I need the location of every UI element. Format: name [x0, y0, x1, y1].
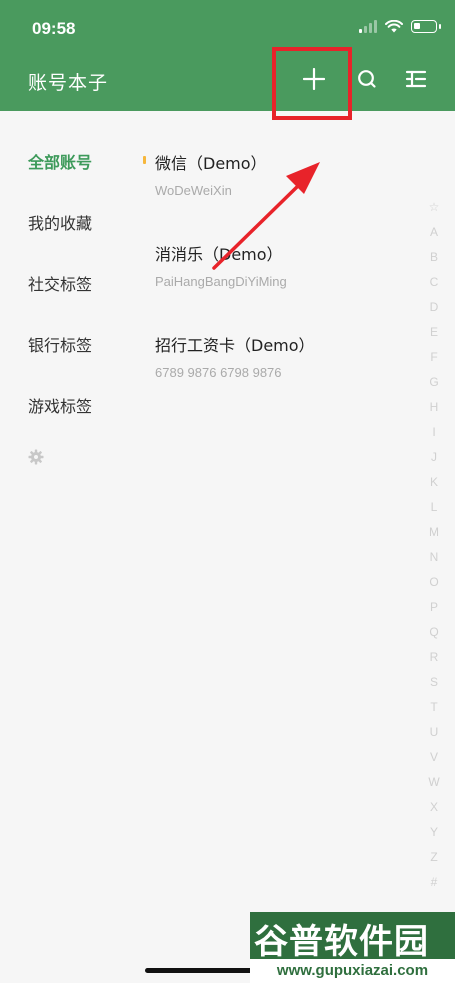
alphabet-index-letter[interactable]: ☆ — [425, 200, 443, 225]
alphabet-index-letter[interactable]: R — [425, 650, 443, 675]
app-header: 09:58 账号本子 — [0, 0, 455, 111]
alphabet-index-letter[interactable]: S — [425, 675, 443, 700]
alphabet-index-letter[interactable]: X — [425, 800, 443, 825]
sidebar-item-game[interactable]: 游戏标签 — [28, 393, 92, 417]
alphabet-index-letter[interactable]: Z — [425, 850, 443, 875]
sidebar-item-favorites[interactable]: 我的收藏 — [28, 210, 92, 234]
sidebar-item-all-accounts[interactable]: 全部账号 — [28, 149, 92, 173]
watermark-text: 谷普软件园 — [254, 922, 429, 962]
entry-subtitle: 6789 9876 6798 9876 — [155, 365, 282, 380]
alphabet-index-letter[interactable]: B — [425, 250, 443, 275]
alphabet-index-letter[interactable]: U — [425, 725, 443, 750]
alphabet-index-letter[interactable]: C — [425, 275, 443, 300]
page-title: 账号本子 — [28, 72, 109, 94]
alphabet-index-letter[interactable]: O — [425, 575, 443, 600]
alphabet-index-letter[interactable]: Y — [425, 825, 443, 850]
status-icons — [359, 20, 441, 33]
search-icon — [358, 70, 376, 88]
alphabet-index-letter[interactable]: Q — [425, 625, 443, 650]
alphabet-index-letter[interactable]: N — [425, 550, 443, 575]
wifi-icon — [385, 20, 403, 33]
red-arrow-annotation — [212, 162, 320, 270]
search-button[interactable] — [350, 62, 384, 96]
alphabet-index-letter[interactable]: H — [425, 400, 443, 425]
entry-title[interactable]: 招行工资卡（Demo） — [155, 332, 315, 356]
gear-icon[interactable] — [28, 449, 44, 465]
alphabet-index-letter[interactable]: J — [425, 450, 443, 475]
alphabet-index-letter[interactable]: I — [425, 425, 443, 450]
entry-subtitle: PaiHangBangDiYiMing — [155, 274, 287, 289]
alphabet-index[interactable]: ☆ A B C D E F G H I J K L M N O P Q R S T U V W X Y Z # — [425, 200, 443, 900]
alphabet-index-letter[interactable]: D — [425, 300, 443, 325]
list-menu-icon — [405, 70, 427, 88]
alphabet-index-letter[interactable]: K — [425, 475, 443, 500]
alphabet-index-letter[interactable]: A — [425, 225, 443, 250]
alphabet-index-letter[interactable]: F — [425, 350, 443, 375]
alphabet-index-letter[interactable]: # — [425, 875, 443, 900]
signal-icon — [359, 20, 377, 33]
battery-icon — [411, 20, 441, 33]
entry-indicator — [143, 156, 146, 164]
sidebar-item-bank[interactable]: 银行标签 — [28, 332, 92, 356]
alphabet-index-letter[interactable]: E — [425, 325, 443, 350]
highlight-annotation — [272, 47, 352, 120]
alphabet-index-letter[interactable]: G — [425, 375, 443, 400]
alphabet-index-letter[interactable]: M — [425, 525, 443, 550]
alphabet-index-letter[interactable]: W — [425, 775, 443, 800]
status-time: 09:58 — [32, 19, 76, 38]
watermark-logo: 谷普软件园 www.gupuxiazai.com — [250, 912, 455, 983]
alphabet-index-letter[interactable]: T — [425, 700, 443, 725]
alphabet-index-letter[interactable]: L — [425, 500, 443, 525]
menu-button[interactable] — [399, 62, 433, 96]
watermark-url: www.gupuxiazai.com — [250, 959, 455, 983]
alphabet-index-letter[interactable]: V — [425, 750, 443, 775]
alphabet-index-letter[interactable]: P — [425, 600, 443, 625]
sidebar-item-social[interactable]: 社交标签 — [28, 271, 92, 295]
